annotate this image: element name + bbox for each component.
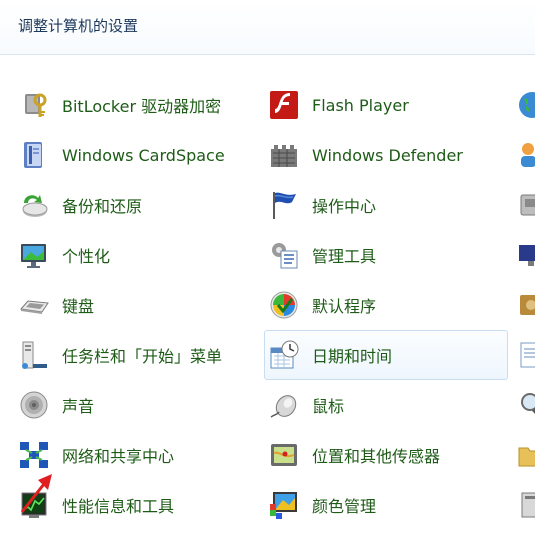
keyboard-icon <box>20 300 49 314</box>
device-icon <box>520 194 535 216</box>
item-windows-defender[interactable]: Windows Defender <box>264 130 508 180</box>
item-label: 操作中心 <box>312 197 377 216</box>
item-partial-6[interactable] <box>514 330 535 380</box>
date-time-icon <box>270 340 299 369</box>
item-sound[interactable]: 声音 <box>14 380 254 430</box>
mouse-icon <box>270 395 297 418</box>
cardspace-icon <box>24 142 42 168</box>
item-label: 声音 <box>62 397 95 416</box>
folder-icon <box>518 447 535 467</box>
red-arrow-icon <box>20 474 52 513</box>
item-label: BitLocker 驱动器加密 <box>62 97 222 116</box>
personalization-icon <box>21 244 46 268</box>
item-label: 备份和还原 <box>62 197 143 216</box>
people-icon <box>521 143 535 167</box>
item-keyboard[interactable]: 键盘 <box>14 280 254 330</box>
item-flash-player[interactable]: Flash Player <box>264 80 508 130</box>
item-label: 鼠标 <box>312 397 345 416</box>
item-label: 颜色管理 <box>312 497 377 516</box>
item-partial-7[interactable] <box>514 380 535 430</box>
sound-icon <box>20 391 48 419</box>
magnifier-icon <box>521 393 535 418</box>
gear-box-icon <box>520 295 535 315</box>
item-mouse[interactable]: 鼠标 <box>264 380 508 430</box>
backup-restore-icon <box>22 195 48 217</box>
item-admin-tools[interactable]: 管理工具 <box>264 230 508 280</box>
item-label: 管理工具 <box>312 247 377 266</box>
item-label: Windows CardSpace <box>62 145 225 165</box>
item-label: 位置和其他传感器 <box>312 447 441 466</box>
item-label: 键盘 <box>62 297 95 316</box>
control-panel-column-2: Flash Player Windows Defender 操作中心 管理工具 <box>264 80 508 530</box>
item-cardspace[interactable]: Windows CardSpace <box>14 130 254 180</box>
item-partial-4[interactable] <box>514 230 535 280</box>
item-partial-9[interactable] <box>514 480 535 530</box>
item-backup-restore[interactable]: 备份和还原 <box>14 180 254 230</box>
item-partial-3[interactable] <box>514 180 535 230</box>
item-partial-2[interactable] <box>514 130 535 180</box>
header: 调整计算机的设置 <box>0 0 535 55</box>
item-location-sensors[interactable]: 位置和其他传感器 <box>264 430 508 480</box>
location-sensors-icon <box>271 444 297 466</box>
item-label: 网络和共享中心 <box>62 447 175 466</box>
taskbar-start-icon <box>22 341 47 369</box>
item-default-programs[interactable]: 默认程序 <box>264 280 508 330</box>
item-date-time[interactable]: 日期和时间 <box>264 330 508 380</box>
admin-tools-icon <box>272 243 298 269</box>
item-taskbar-start-menu[interactable]: 任务栏和「开始」菜单 <box>14 330 254 380</box>
action-center-flag-icon <box>273 192 296 219</box>
tower-icon <box>521 492 535 518</box>
default-programs-icon <box>270 291 298 319</box>
item-label: 个性化 <box>62 247 111 266</box>
item-partial-8[interactable] <box>514 430 535 480</box>
item-action-center[interactable]: 操作中心 <box>264 180 508 230</box>
item-partial-1[interactable] <box>514 80 535 130</box>
item-label: 默认程序 <box>312 297 377 316</box>
item-label: 性能信息和工具 <box>62 497 175 516</box>
bitlocker-key-icon <box>25 93 47 117</box>
windows-defender-icon <box>271 145 297 167</box>
item-partial-5[interactable] <box>514 280 535 330</box>
page-title: 调整计算机的设置 <box>18 17 139 35</box>
item-label: 任务栏和「开始」菜单 <box>62 347 223 366</box>
item-label: Flash Player <box>312 95 409 115</box>
item-color-management[interactable]: 颜色管理 <box>264 480 508 530</box>
item-personalization[interactable]: 个性化 <box>14 230 254 280</box>
display-icon <box>519 245 535 266</box>
item-bitlocker[interactable]: BitLocker 驱动器加密 <box>14 80 254 130</box>
item-label: Windows Defender <box>312 145 463 165</box>
control-panel-column-3 <box>514 80 535 530</box>
globe-icon <box>519 92 535 118</box>
color-management-icon <box>270 492 297 519</box>
item-label: 日期和时间 <box>312 347 393 366</box>
flash-player-icon <box>270 91 298 119</box>
document-icon <box>520 342 535 368</box>
